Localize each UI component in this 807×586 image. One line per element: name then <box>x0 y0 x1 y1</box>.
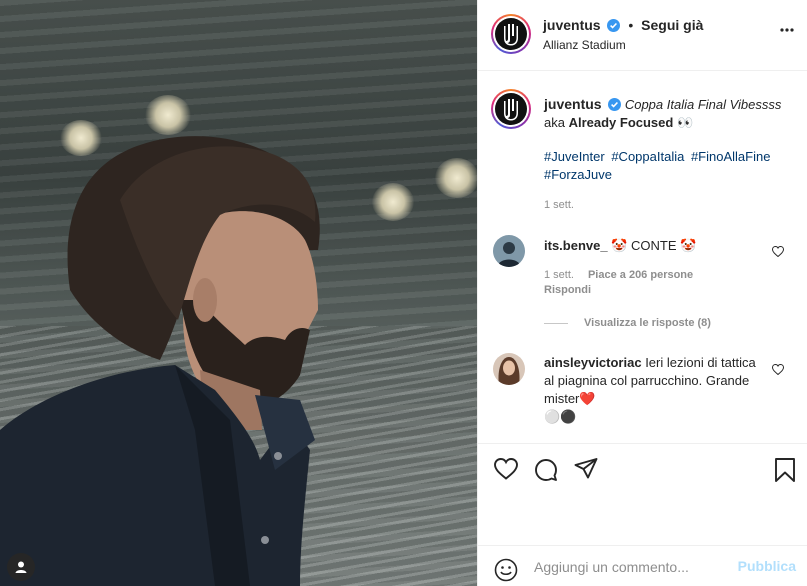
location-link[interactable]: Allianz Stadium <box>543 38 626 52</box>
comment-likes[interactable]: Piace a 206 persone <box>588 269 693 281</box>
post-side-panel: juventus • Segui già Allianz Stadium juv… <box>477 0 807 586</box>
avatar[interactable] <box>491 89 531 129</box>
replies-divider <box>544 322 568 324</box>
emoji-picker-icon[interactable] <box>494 558 518 582</box>
hashtag-link[interactable]: #JuveInter <box>544 149 605 164</box>
caption-username[interactable]: juventus <box>544 96 602 112</box>
juventus-logo-icon <box>504 24 518 46</box>
caption-title: Coppa Italia Final Vibessss <box>624 97 782 112</box>
comment-emoji: ⚪⚫ <box>544 409 577 424</box>
publish-button[interactable]: Pubblica <box>738 558 796 574</box>
view-replies-label: Visualizza le risposte (8) <box>584 317 711 329</box>
caption-timestamp[interactable]: 1 sett. <box>544 199 574 211</box>
verified-badge-icon <box>607 19 621 32</box>
reply-button[interactable]: Rispondi <box>544 284 591 296</box>
verified-badge-icon <box>608 98 622 111</box>
comment-timestamp[interactable]: 1 sett. <box>544 269 574 281</box>
like-comment-icon[interactable] <box>772 364 784 375</box>
avatar[interactable] <box>491 14 531 54</box>
avatar[interactable] <box>493 235 525 267</box>
share-icon[interactable] <box>574 458 598 480</box>
comment-username[interactable]: its.benve_ <box>544 238 608 253</box>
tagged-user-icon[interactable] <box>7 553 35 581</box>
eyes-emoji: 👀 <box>676 115 694 130</box>
add-comment-bar: Pubblica <box>478 545 807 586</box>
post-actions <box>478 443 807 495</box>
save-icon[interactable] <box>774 458 796 482</box>
caption-bold-text: Already Focused <box>568 115 674 130</box>
hashtag-link[interactable]: #FinoAllaFine <box>691 149 771 164</box>
hashtag-link[interactable]: #ForzaJuve <box>544 167 612 182</box>
comment-username[interactable]: ainsleyvictoriac <box>544 355 642 370</box>
like-icon[interactable] <box>494 458 518 480</box>
post-username[interactable]: juventus <box>543 17 601 33</box>
follow-button[interactable]: Segui già <box>641 17 703 33</box>
hashtag-link[interactable]: #CoppaItalia <box>611 149 684 164</box>
person-figure <box>0 136 320 586</box>
view-replies-button[interactable]: Visualizza le risposte (8) <box>544 317 711 329</box>
comment-input[interactable] <box>534 556 734 578</box>
comment-body: 🤡 CONTE 🤡 <box>611 238 697 253</box>
juventus-logo-icon <box>504 99 518 121</box>
more-options-icon[interactable] <box>780 28 794 32</box>
comment-text: ainsleyvictoriac Ieri lezioni di tattica… <box>544 354 769 426</box>
avatar[interactable] <box>493 353 525 385</box>
caption-prefix: aka <box>544 115 569 130</box>
caption-text: juventus Coppa Italia Final Vibessss aka… <box>544 95 794 132</box>
like-comment-icon[interactable] <box>772 246 784 257</box>
post-header: juventus • Segui già Allianz Stadium <box>478 0 807 71</box>
comment-text: its.benve_ 🤡 CONTE 🤡 <box>544 237 769 255</box>
comment-meta: 1 sett. Piace a 206 persone <box>544 269 707 281</box>
post-photo[interactable] <box>0 0 477 586</box>
hashtags: #JuveInter #CoppaItalia #FinoAllaFine #F… <box>544 148 794 184</box>
separator-dot: • <box>628 17 634 33</box>
comment-icon[interactable] <box>534 458 558 482</box>
